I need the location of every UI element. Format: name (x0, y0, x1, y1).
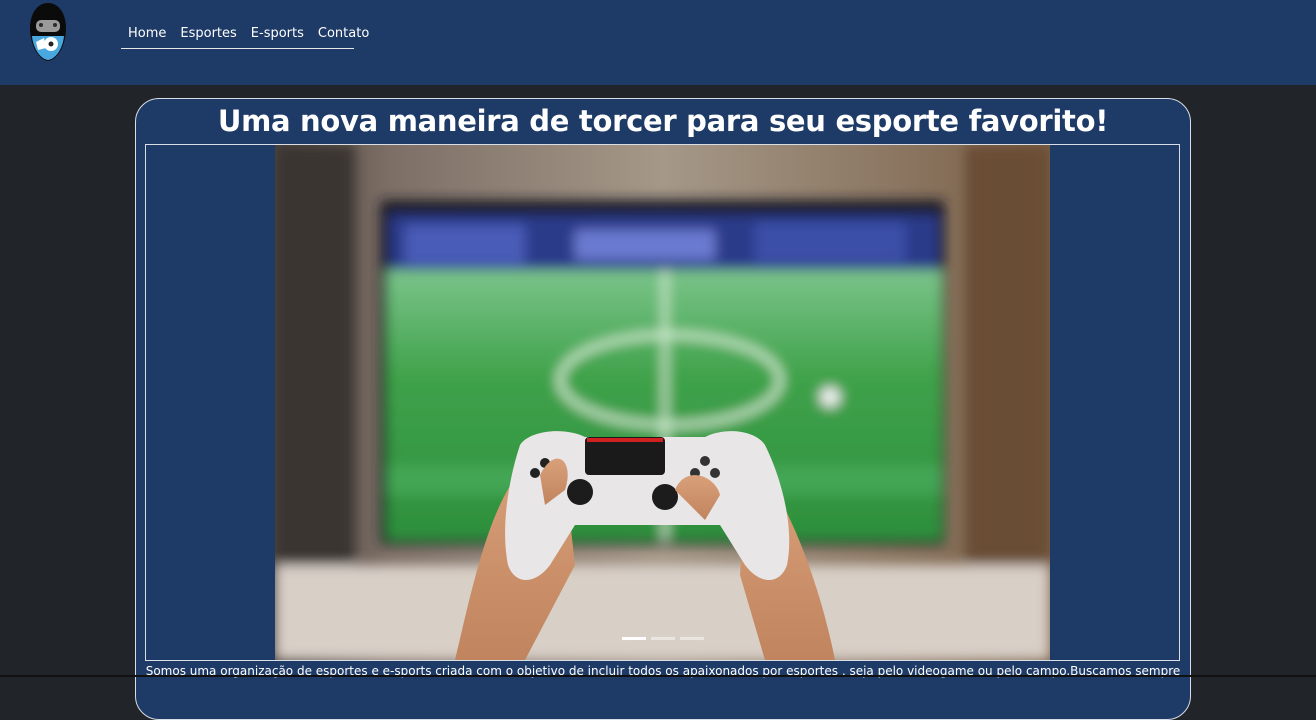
navbar: Home Esportes E-sports Contato (0, 0, 1316, 85)
nav-link-home[interactable]: Home (128, 26, 166, 41)
carousel-indicator-3[interactable] (680, 637, 704, 640)
main-nav: Home Esportes E-sports Contato (121, 18, 369, 49)
nav-link-esportes[interactable]: Esportes (180, 26, 236, 41)
carousel-indicators (622, 637, 704, 640)
hero-title: Uma nova maneira de torcer para seu espo… (217, 104, 1109, 138)
carousel-indicator-1[interactable] (622, 637, 646, 640)
carousel-slide-image (275, 145, 1050, 660)
image-carousel[interactable] (145, 144, 1180, 661)
hero-card: Uma nova maneira de torcer para seu espo… (135, 98, 1191, 720)
logo-icon[interactable] (28, 2, 68, 62)
carousel-indicator-2[interactable] (651, 637, 675, 640)
nav-link-e-sports[interactable]: E-sports (251, 26, 304, 41)
nav-link-contato[interactable]: Contato (318, 26, 369, 41)
